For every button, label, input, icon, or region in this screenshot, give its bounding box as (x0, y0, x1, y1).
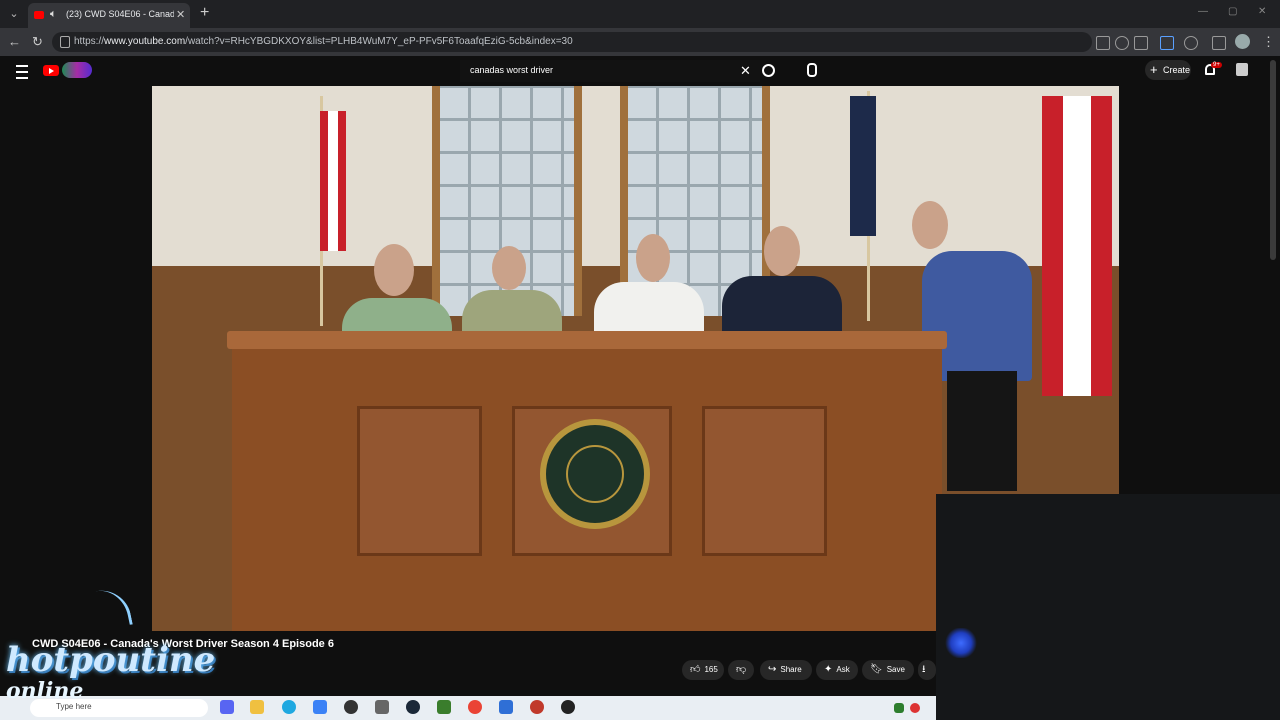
extensions-icon[interactable] (1212, 36, 1226, 50)
tray-record-icon[interactable] (910, 703, 920, 713)
youtube-doodle[interactable] (62, 62, 92, 78)
dislike-button[interactable]: 👎︎ (728, 660, 754, 680)
browser-tab-strip: ⌄ 🔈︎ (23) CWD S04E06 - Canada's ✕ + — ▢ … (0, 0, 1280, 28)
watermark-logo: hotpoutine (6, 640, 216, 680)
canada-flag-left (320, 111, 346, 251)
provincial-flag (850, 96, 876, 236)
search-input[interactable]: canadas worst driver (470, 65, 553, 75)
desk-top (227, 331, 947, 349)
browser-menu-icon[interactable]: ⋮ (1262, 34, 1275, 50)
host-legs (947, 371, 1017, 491)
app-icon[interactable] (499, 700, 513, 714)
save-button[interactable]: 🔖︎ Save (862, 660, 914, 680)
youtube-favicon-icon (34, 11, 44, 19)
discord-icon[interactable] (220, 700, 234, 714)
obs-icon[interactable] (344, 700, 358, 714)
youtube-header: canadas worst driver ✕ + Create 9+ (0, 56, 1280, 86)
desk-panel (702, 406, 827, 556)
url-text: https://www.youtube.com/watch?v=RHcYBGDK… (74, 36, 573, 47)
desk-panel (357, 406, 482, 556)
courtroom-seal (540, 419, 650, 529)
settings-icon[interactable] (375, 700, 389, 714)
windows-taskbar: Type here (0, 696, 936, 720)
new-tab-button[interactable]: + (200, 4, 209, 22)
close-tab-icon[interactable]: ✕ (176, 8, 185, 21)
hamburger-icon[interactable] (16, 65, 28, 79)
plus-icon: + (1150, 62, 1158, 77)
judge-left-head (374, 244, 414, 296)
share-icon: ↪ (768, 664, 777, 675)
clear-search-icon[interactable]: ✕ (740, 63, 751, 79)
app-icon[interactable] (313, 700, 327, 714)
create-button[interactable]: + Create (1145, 60, 1191, 80)
edge-icon[interactable] (282, 700, 296, 714)
app-icon[interactable] (530, 700, 544, 714)
tab-title: (23) CWD S04E06 - Canada's (66, 9, 174, 19)
window-close-icon[interactable]: ✕ (1258, 6, 1266, 17)
apps-icon[interactable] (1096, 36, 1110, 50)
watermark-subtitle: online (6, 678, 84, 704)
app-icon[interactable] (561, 700, 575, 714)
seal-scales-icon (566, 445, 624, 503)
extension-icon[interactable] (1160, 36, 1174, 50)
ask-button[interactable]: ✦ Ask (816, 660, 858, 680)
youtube-logo-icon[interactable] (43, 65, 59, 76)
steam-icon[interactable] (406, 700, 420, 714)
mic-icon[interactable] (807, 63, 817, 77)
webcam-overlay (936, 494, 1280, 720)
blue-light (944, 628, 978, 658)
steam-logo-icon (94, 585, 133, 631)
tray-icon[interactable] (894, 703, 904, 713)
download-button[interactable]: ⭳ (918, 660, 936, 680)
profile-avatar[interactable] (1235, 34, 1250, 49)
judge-center-head (636, 234, 670, 282)
file-explorer-icon[interactable] (250, 700, 264, 714)
page-scrollbar[interactable] (1270, 60, 1276, 260)
zoom-icon[interactable] (1115, 36, 1129, 50)
save-icon: 🔖︎ (870, 664, 883, 675)
like-button[interactable]: 👍︎ 165 (682, 660, 724, 680)
dislike-icon: 👎︎ (736, 664, 747, 675)
judge-second-head (492, 246, 526, 290)
back-icon[interactable]: ← (8, 34, 21, 49)
host-head (912, 201, 948, 249)
tab-search-icon[interactable]: ⌄ (6, 6, 22, 22)
sync-icon[interactable] (1184, 36, 1198, 50)
notification-badge: 9+ (1211, 62, 1222, 68)
download-icon: ⭳ (922, 664, 926, 675)
site-info-icon[interactable] (60, 36, 70, 48)
minimize-icon[interactable]: — (1198, 6, 1208, 17)
minecraft-icon[interactable] (437, 700, 451, 714)
account-avatar[interactable] (1236, 63, 1248, 76)
canada-flag-right (1042, 96, 1112, 396)
url-bar[interactable]: https://www.youtube.com/watch?v=RHcYBGDK… (52, 32, 1092, 52)
reload-icon[interactable]: ↻ (32, 34, 43, 50)
browser-tab[interactable]: 🔈︎ (23) CWD S04E06 - Canada's ✕ (28, 3, 190, 28)
police-officer-head (764, 226, 800, 276)
favorite-star-icon[interactable] (1134, 36, 1148, 50)
search-box[interactable]: canadas worst driver ✕ (460, 60, 760, 82)
share-button[interactable]: ↪ Share (760, 660, 812, 680)
address-bar-row: ← ↻ https://www.youtube.com/watch?v=RHcY… (0, 28, 1280, 56)
maximize-icon[interactable]: ▢ (1228, 6, 1237, 17)
chrome-icon[interactable] (468, 700, 482, 714)
like-icon: 👍︎ (690, 664, 701, 675)
search-icon[interactable] (762, 64, 775, 77)
ask-icon: ✦ (824, 664, 833, 675)
speaker-icon[interactable]: 🔈︎ (50, 8, 57, 21)
